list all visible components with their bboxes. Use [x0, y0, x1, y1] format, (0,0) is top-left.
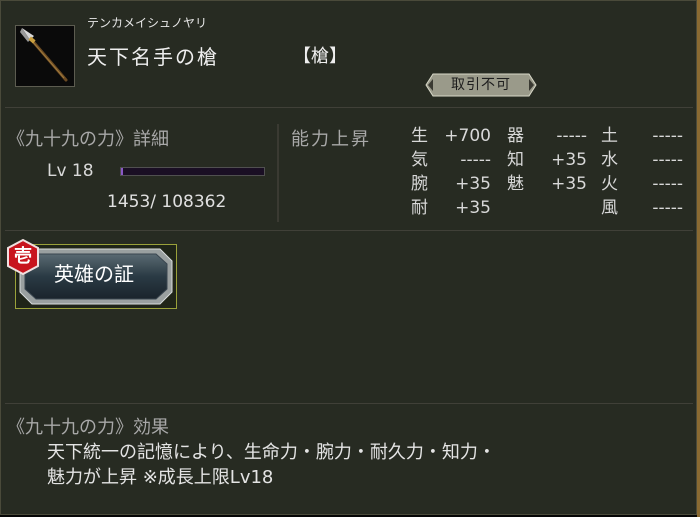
stat-label: 水 [601, 150, 618, 170]
stat-value: ----- [460, 150, 491, 170]
stat-label: 腕 [411, 174, 428, 194]
stat-value: ----- [652, 150, 683, 170]
stat-value: ----- [556, 126, 587, 146]
stat-value: ----- [652, 198, 683, 218]
effect-title: 《九十九の力》効果 [7, 417, 169, 438]
spear-icon [20, 28, 68, 82]
stat-value: ----- [652, 126, 683, 146]
stat-value: +35 [455, 198, 491, 218]
stat-value: +35 [455, 174, 491, 194]
item-type: 【槍】 [293, 46, 347, 67]
stat-label: 耐 [411, 198, 428, 218]
rank-badge-label: 壱 [14, 246, 32, 267]
exp-bar-fill [121, 168, 123, 175]
stat-label: 気 [411, 150, 428, 170]
exp-bar [120, 167, 265, 176]
stat-label: 生 [411, 126, 428, 146]
stat-label: 魅 [507, 174, 524, 194]
stat-label: 風 [601, 198, 618, 218]
trade-badge-label: 取引不可 [451, 77, 511, 93]
item-detail-panel: テンカメイシュノヤリ 天下名手の槍 【槍】 取引不可 《九十九の力》詳細 Lv … [0, 0, 697, 515]
level-text: Lv 18 [47, 161, 94, 181]
stat-value: +35 [551, 150, 587, 170]
stat-label: 土 [601, 126, 618, 146]
stat-value: +700 [444, 126, 491, 146]
item-name: 天下名手の槍 [87, 45, 219, 69]
effect-line-2: 魅力が上昇 ※成長上限Lv18 [47, 467, 274, 488]
detail-title: 《九十九の力》詳細 [7, 129, 169, 150]
exp-text: 1453/ 108362 [107, 192, 227, 212]
trade-badge: 取引不可 [425, 73, 537, 97]
stat-value: ----- [652, 174, 683, 194]
stats-header: 能力上昇 [291, 129, 371, 150]
effect-line-1: 天下統一の記憶により、生命力・腕力・耐久力・知力・ [47, 442, 496, 463]
stat-label: 器 [507, 126, 524, 146]
item-reading: テンカメイシュノヤリ [87, 16, 208, 30]
item-thumbnail[interactable] [15, 25, 75, 87]
stat-label: 知 [507, 150, 524, 170]
divider-bottom [5, 403, 693, 404]
stat-value: +35 [551, 174, 587, 194]
divider-top [5, 107, 693, 108]
rank-badge: 壱 [5, 239, 41, 275]
divider-middle [5, 230, 693, 231]
stat-label: 火 [601, 174, 618, 194]
divider-vertical [277, 124, 279, 222]
